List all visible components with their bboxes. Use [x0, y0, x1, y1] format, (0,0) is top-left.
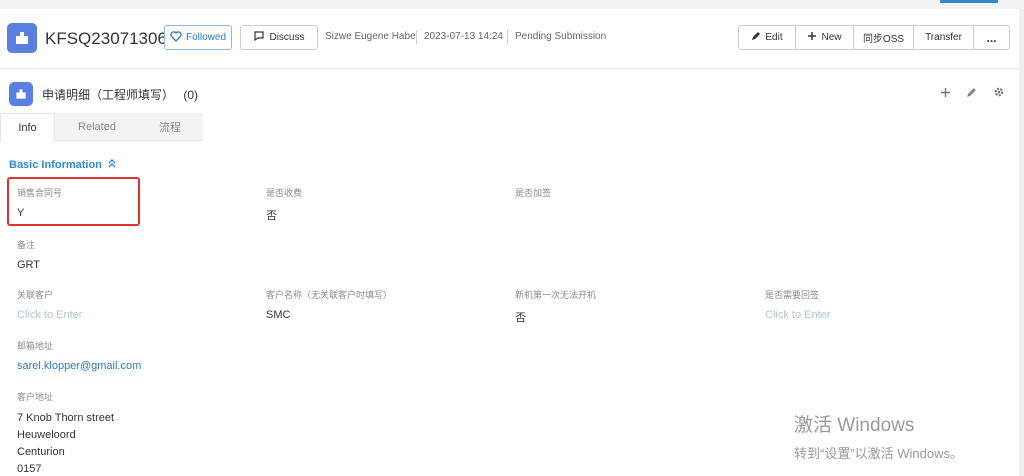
- record-title: KFSQ230713060: [45, 29, 177, 48]
- watermark-title: 激活 Windows: [794, 415, 915, 436]
- edit-icon[interactable]: [966, 85, 977, 101]
- tab-bar: Info Related 流程: [0, 113, 1024, 141]
- field-label: 新机第一次无法开机: [515, 290, 597, 300]
- top-strip: [0, 0, 1024, 9]
- section-type-icon: [9, 82, 33, 106]
- highlight-box: [7, 177, 140, 226]
- transfer-button[interactable]: Transfer: [914, 26, 974, 49]
- field-label: 是否收费: [266, 188, 303, 198]
- chat-bubble-icon: [253, 30, 265, 45]
- more-button[interactable]: ...: [974, 26, 1009, 49]
- transfer-label: Transfer: [925, 32, 962, 43]
- plus-icon: [807, 31, 817, 44]
- address-line: 0157: [17, 463, 42, 475]
- email-link[interactable]: sarel.klopper@gmail.com: [17, 360, 141, 372]
- tab-related[interactable]: Related: [62, 113, 132, 141]
- heart-icon: [170, 30, 182, 45]
- field-first-boot: 新机第一次无法开机 否: [515, 288, 596, 325]
- address-line: Heuweloord: [17, 429, 76, 441]
- add-icon[interactable]: [940, 85, 951, 101]
- field-email: 邮箱地址 sarel.klopper@gmail.com: [17, 339, 141, 372]
- field-placeholder[interactable]: Click to Enter: [765, 309, 830, 321]
- activation-watermark: 激活 Windows 转到“设置”以激活 Windows。: [794, 410, 963, 462]
- record-type-icon: [7, 23, 37, 53]
- record-header: KFSQ230713060 Followed Discuss Sizwe Eug…: [0, 9, 1024, 69]
- field-placeholder[interactable]: Click to Enter: [17, 309, 82, 321]
- address-line: Centurion: [17, 446, 65, 458]
- field-label: 关联客户: [17, 290, 54, 300]
- divider: [416, 30, 417, 44]
- field-label: 邮箱地址: [17, 341, 54, 351]
- created-timestamp: 2023-07-13 14:24: [424, 31, 503, 42]
- pencil-icon: [751, 31, 761, 44]
- followed-label: Followed: [185, 32, 227, 43]
- field-label: 是否加签: [515, 188, 552, 198]
- field-customer-name: 客户名称（无关联客户时填写） SMC: [266, 288, 392, 321]
- sync-oss-button[interactable]: 同步OSS: [854, 26, 914, 49]
- owner-name[interactable]: Sizwe Eugene Habe: [325, 31, 416, 42]
- field-related-customer: 关联客户 Click to Enter: [17, 288, 82, 321]
- field-label: 客户地址: [17, 392, 54, 402]
- divider: [507, 30, 508, 44]
- field-label: 是否需要回签: [765, 290, 820, 300]
- action-button-group: Edit New 同步OSS Transfer ...: [738, 25, 1010, 50]
- field-value[interactable]: GRT: [17, 259, 40, 271]
- field-need-reply: 是否需要回签 Click to Enter: [765, 288, 830, 321]
- sync-oss-label: 同步OSS: [862, 34, 905, 45]
- field-address: 客户地址 7 Knob Thorn street Heuweloord Cent…: [17, 390, 114, 476]
- section-header-basic-information[interactable]: Basic Information: [9, 158, 117, 171]
- more-label: ...: [986, 30, 997, 45]
- field-label: 客户名称（无关联客户时填写）: [266, 290, 393, 300]
- double-chevron-up-icon: [107, 158, 117, 171]
- watermark-subtitle: 转到“设置”以激活 Windows。: [794, 446, 964, 461]
- discuss-label: Discuss: [269, 32, 305, 43]
- discuss-button[interactable]: Discuss: [240, 25, 318, 50]
- edit-button[interactable]: Edit: [739, 26, 796, 49]
- gear-icon[interactable]: [993, 85, 1005, 101]
- edit-label: Edit: [765, 32, 783, 43]
- field-charged: 是否收费 否: [266, 186, 302, 223]
- address-line: 7 Knob Thorn street: [17, 412, 115, 424]
- tab-info[interactable]: Info: [0, 113, 55, 141]
- field-label: 备注: [17, 240, 36, 250]
- field-value[interactable]: SMC: [266, 309, 392, 321]
- field-countersign: 是否加签: [515, 186, 551, 207]
- followed-button[interactable]: Followed: [164, 25, 232, 50]
- scrollbar[interactable]: [1019, 9, 1024, 476]
- field-value[interactable]: 否: [266, 207, 302, 223]
- field-remark: 备注 GRT: [17, 238, 40, 271]
- tab-process[interactable]: 流程: [140, 113, 200, 141]
- section-title: Basic Information: [9, 158, 102, 171]
- top-active-indicator: [940, 0, 998, 3]
- field-value[interactable]: 否: [515, 309, 596, 325]
- new-label: New: [821, 32, 842, 43]
- field-value[interactable]: 7 Knob Thorn street Heuweloord Centurion…: [17, 410, 114, 476]
- new-button[interactable]: New: [796, 26, 854, 49]
- status-text: Pending Submission: [515, 31, 607, 42]
- related-list-title: 申请明细（工程师填写） (0): [42, 88, 199, 102]
